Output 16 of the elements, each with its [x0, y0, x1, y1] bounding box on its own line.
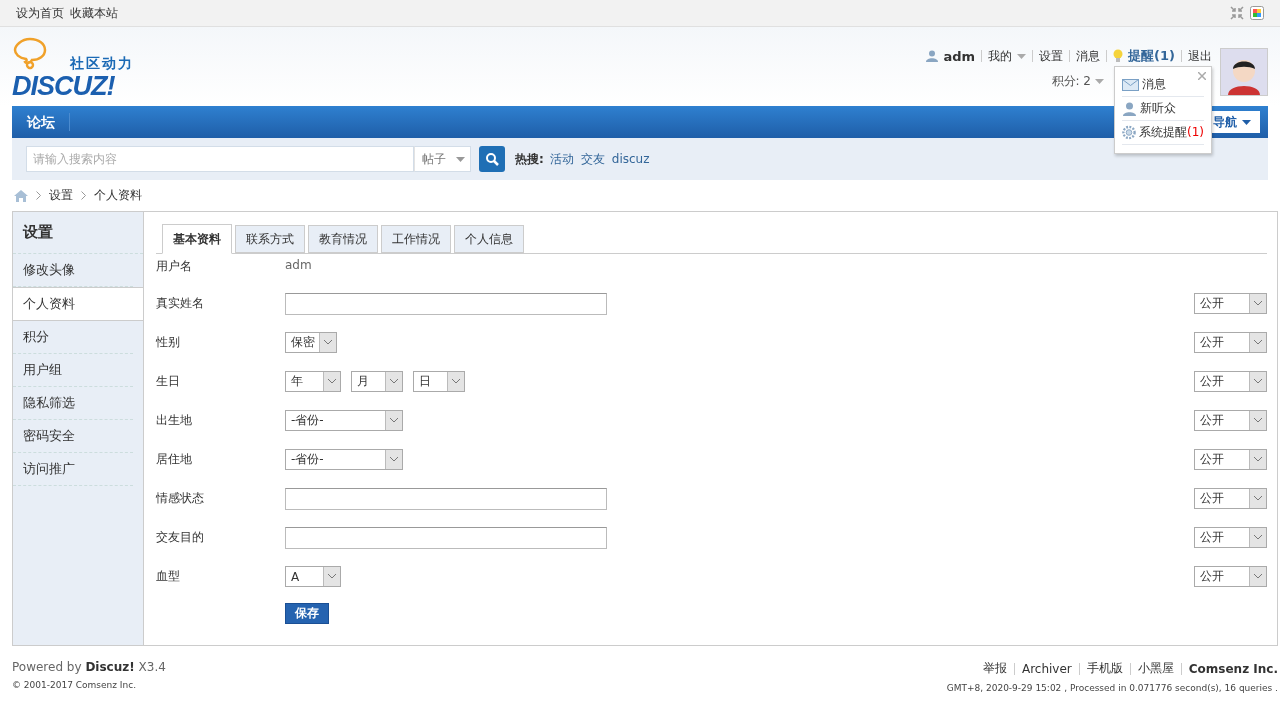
hot-search-label: 热搜:	[515, 150, 544, 168]
field-label: 血型	[156, 568, 181, 585]
field-value: adm	[285, 258, 312, 272]
field-label: 真实姓名	[156, 295, 205, 312]
stats-text: GMT+8, 2020-9-29 15:02 , Processed in 0.071776 second(s), 16 queries .	[946, 683, 1278, 693]
field-label: 居住地	[156, 451, 193, 468]
field-label: 情感状态	[156, 490, 205, 507]
sidebar-title: 设置	[13, 212, 143, 254]
field-label: 生日	[156, 373, 181, 390]
copyright-text: © 2001-2017 Comsenz Inc.	[12, 680, 138, 690]
field-label: 出生地	[156, 412, 193, 429]
field-label: 交友目的	[156, 529, 205, 546]
powered-by-text: Powered by Discuz! X3.4	[12, 660, 166, 674]
field-label: 性别	[156, 334, 181, 351]
field-label: 用户名	[156, 258, 193, 275]
logo-slogan: 社区动力	[70, 55, 134, 73]
